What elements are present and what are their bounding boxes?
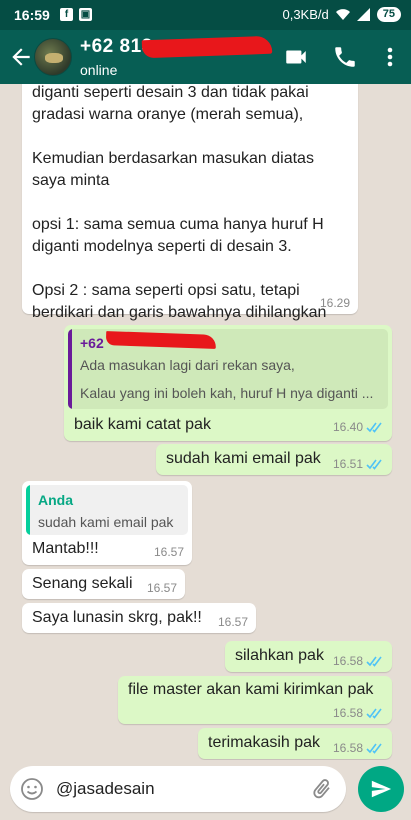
- contact-status: online: [80, 62, 118, 78]
- more-vert-icon[interactable]: [380, 44, 400, 70]
- facebook-icon: f: [60, 8, 73, 21]
- message-text: Saya lunasin skrg, pak!!: [32, 609, 202, 626]
- battery-indicator: 75: [376, 7, 401, 22]
- double-check-icon: [366, 743, 382, 754]
- double-check-icon: [366, 656, 382, 667]
- send-button[interactable]: [358, 766, 404, 812]
- message-time: 16.29: [319, 296, 350, 310]
- message-outgoing[interactable]: +62 Ada masukan lagi dari rekan saya, Ka…: [64, 325, 392, 441]
- quote-text-line: sudah kami email pak: [38, 514, 174, 530]
- quoted-message[interactable]: +62 Ada masukan lagi dari rekan saya, Ka…: [68, 329, 388, 409]
- message-meta: 16.58: [333, 706, 384, 720]
- video-call-icon[interactable]: [283, 44, 309, 70]
- message-text: baik kami catat pak: [74, 416, 211, 433]
- message-text: Senang sekali: [32, 575, 133, 592]
- signal-icon: [356, 8, 370, 21]
- gallery-icon: ▣: [79, 8, 92, 21]
- message-meta: 16.51: [333, 457, 384, 471]
- emoji-icon[interactable]: [20, 777, 44, 801]
- message-time: 16.57: [217, 615, 248, 629]
- message-time: 16.57: [153, 545, 184, 559]
- chat-header: +62 813 online: [0, 30, 411, 84]
- redaction-mark: [141, 35, 273, 59]
- message-text: silahkan pak: [235, 647, 324, 664]
- status-bar: 16:59 f ▣ 0,3KB/d 75: [0, 0, 411, 30]
- message-meta: 16.57: [147, 581, 177, 595]
- quote-bar: [68, 329, 72, 409]
- message-time: 16.58: [332, 654, 363, 668]
- message-incoming[interactable]: Anda sudah kami email pak Mantab!!! 16.5…: [22, 481, 192, 565]
- notification-icons: f ▣: [60, 8, 92, 21]
- message-time: 16.58: [332, 741, 363, 755]
- paperclip-icon[interactable]: [310, 777, 334, 801]
- double-check-icon: [366, 708, 382, 719]
- message-outgoing[interactable]: silahkan pak 16.58: [225, 641, 392, 672]
- send-icon: [371, 780, 392, 798]
- redaction-mark: [105, 331, 217, 349]
- message-input-bar[interactable]: @jasadesain: [10, 766, 346, 812]
- message-time: 16.51: [332, 457, 363, 471]
- quote-author: +62: [80, 335, 104, 351]
- message-incoming[interactable]: Saya lunasin skrg, pak!! 16.57: [22, 603, 256, 633]
- status-right: 0,3KB/d 75: [282, 7, 401, 22]
- message-meta: 16.58: [333, 741, 384, 755]
- double-check-icon: [366, 422, 382, 433]
- message-outgoing[interactable]: terimakasih pak 16.58: [198, 728, 392, 759]
- status-time: 16:59: [14, 7, 50, 23]
- message-text: diganti seperti desain 3 dan tidak pakai…: [32, 84, 327, 321]
- quoted-message[interactable]: Anda sudah kami email pak: [26, 485, 188, 535]
- message-meta: 16.57: [218, 615, 248, 629]
- message-meta: 16.58: [333, 654, 384, 668]
- message-incoming[interactable]: diganti seperti desain 3 dan tidak pakai…: [22, 84, 358, 321]
- quote-text-line: Kalau yang ini boleh kah, huruf H nya di…: [80, 385, 374, 401]
- avatar[interactable]: [34, 38, 72, 76]
- message-meta: 16.29: [320, 296, 350, 310]
- message-outgoing[interactable]: file master akan kami kirimkan pak 16.58: [118, 676, 392, 724]
- message-input[interactable]: @jasadesain: [56, 779, 155, 799]
- message-incoming[interactable]: Senang sekali 16.57: [22, 569, 185, 599]
- message-text: file master akan kami kirimkan pak: [128, 681, 374, 698]
- quote-text-line: Ada masukan lagi dari rekan saya,: [80, 357, 295, 373]
- message-text: terimakasih pak: [208, 734, 321, 751]
- message-time: 16.40: [332, 420, 363, 434]
- message-outgoing[interactable]: sudah kami email pak 16.51: [156, 444, 392, 475]
- message-time: 16.58: [332, 706, 363, 720]
- wifi-icon: [335, 9, 350, 20]
- message-meta: 16.57: [154, 545, 184, 559]
- network-speed: 0,3KB/d: [282, 7, 329, 22]
- message-text: sudah kami email pak: [166, 450, 321, 467]
- back-arrow-icon[interactable]: [8, 43, 34, 71]
- quote-bar: [26, 485, 30, 535]
- quote-author: Anda: [38, 492, 73, 508]
- message-text: Mantab!!!: [32, 540, 99, 557]
- phone-icon[interactable]: [332, 44, 358, 70]
- message-time: 16.57: [146, 581, 177, 595]
- chat-area[interactable]: diganti seperti desain 3 dan tidak pakai…: [0, 84, 411, 760]
- message-meta: 16.40: [333, 420, 384, 434]
- double-check-icon: [366, 459, 382, 470]
